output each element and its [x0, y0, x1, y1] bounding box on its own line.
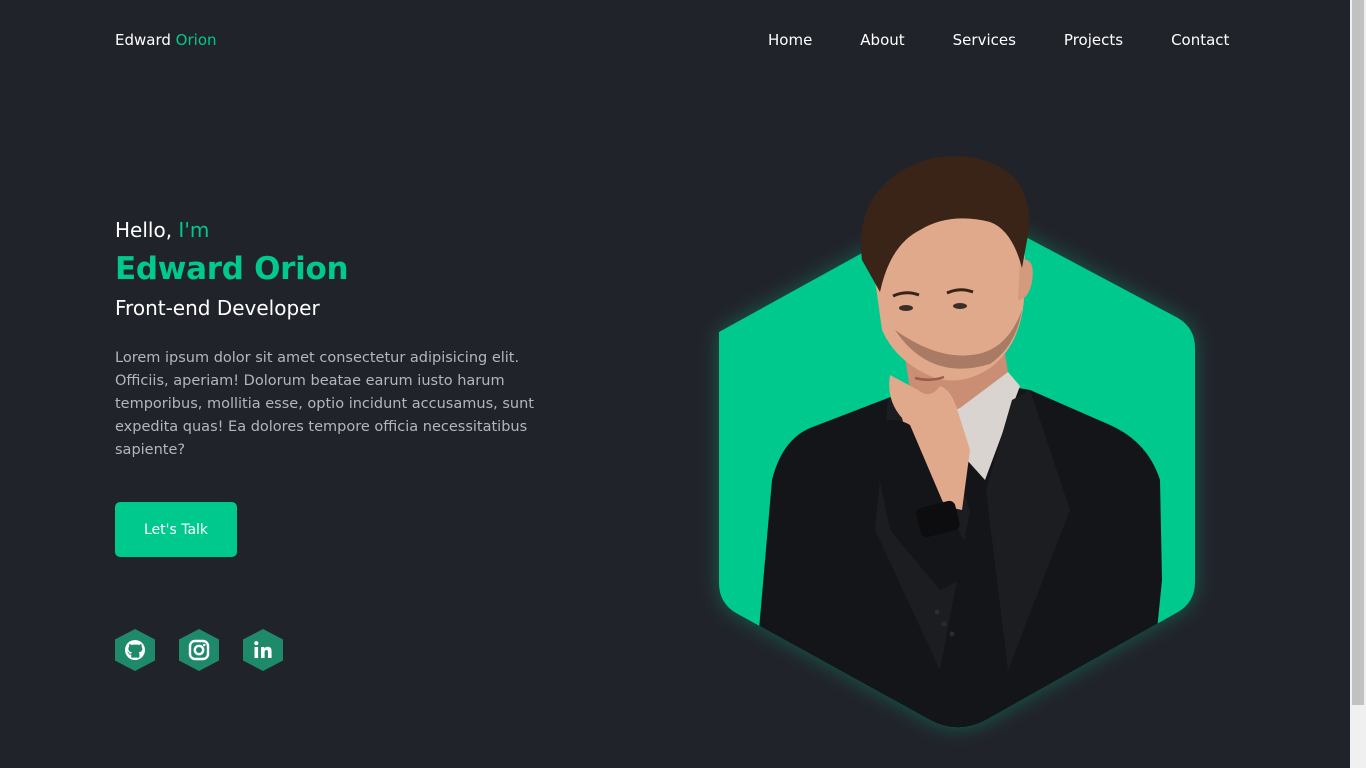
- instagram-icon: [179, 629, 219, 671]
- nav-home[interactable]: Home: [768, 30, 812, 50]
- social-links: [115, 629, 283, 671]
- hero-portrait: [719, 155, 1195, 728]
- nav-services[interactable]: Services: [953, 30, 1016, 50]
- logo-last-name: Orion: [175, 31, 217, 49]
- hero-name: Edward Orion: [115, 251, 349, 287]
- site-logo[interactable]: Edward Orion: [115, 30, 217, 50]
- lets-talk-button[interactable]: Let's Talk: [115, 502, 237, 557]
- github-link[interactable]: [115, 629, 155, 671]
- linkedin-icon: [243, 629, 283, 671]
- nav-contact[interactable]: Contact: [1171, 30, 1229, 50]
- nav-projects[interactable]: Projects: [1064, 30, 1123, 50]
- main-nav: Home About Services Projects Contact: [768, 30, 1229, 50]
- nav-about[interactable]: About: [860, 30, 904, 50]
- greeting-text: Hello,: [115, 218, 173, 242]
- github-icon: [115, 629, 155, 671]
- linkedin-link[interactable]: [243, 629, 283, 671]
- instagram-link[interactable]: [179, 629, 219, 671]
- greeting-accent: I'm: [178, 218, 210, 242]
- hero-role: Front-end Developer: [115, 296, 320, 320]
- hero-greeting: Hello, I'm: [115, 217, 209, 243]
- scrollbar-thumb[interactable]: [1352, 0, 1364, 705]
- hero-description: Lorem ipsum dolor sit amet consectetur a…: [115, 350, 534, 458]
- logo-first-name: Edward: [115, 31, 171, 49]
- scrollbar[interactable]: [1350, 0, 1366, 768]
- page: Edward Orion Home About Services Project…: [0, 0, 1350, 768]
